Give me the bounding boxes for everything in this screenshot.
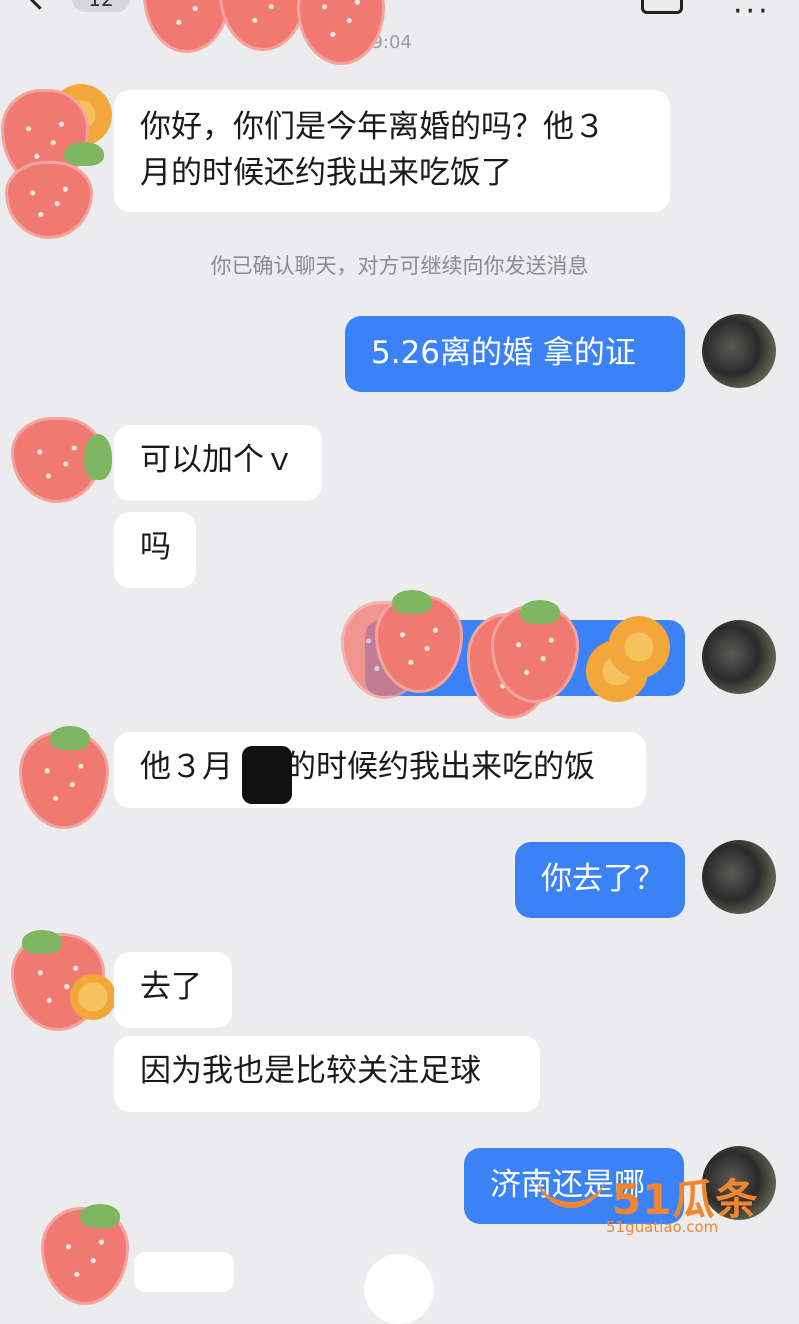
message-bubble-incoming[interactable]: 他３月 的时候约我出来吃的饭	[114, 732, 646, 808]
message-text: 月的时候还约我出来吃饭了	[140, 155, 512, 191]
message-text: 你好，你们是今年离婚的吗？他３	[140, 109, 605, 145]
leaf-icon	[50, 726, 90, 750]
message-text: 你去了？	[541, 861, 665, 897]
message-bubble-incoming[interactable]	[134, 1252, 234, 1292]
leaf-icon	[64, 142, 104, 166]
message-bubble-incoming[interactable]: 可以加个ｖ	[114, 425, 322, 501]
message-text: 的时候约我出来吃的饭	[285, 749, 595, 785]
system-notice: 你已确认聊天，对方可继续向你发送消息	[210, 254, 589, 278]
message-bubble-incoming[interactable]: 因为我也是比较关注足球	[114, 1036, 540, 1112]
flower-sticker-icon	[608, 616, 670, 678]
back-chevron-icon[interactable]	[23, 0, 56, 10]
message-text: 他３月	[140, 749, 233, 785]
user-avatar[interactable]	[702, 314, 776, 388]
message-bubble-incoming[interactable]: 你好，你们是今年离婚的吗？他３ 月的时候还约我出来吃饭了	[114, 90, 670, 212]
message-text: 吗	[140, 529, 171, 565]
sender-avatar-stickers	[4, 84, 112, 236]
unread-count-badge: 12	[72, 0, 130, 12]
message-text: 去了	[140, 969, 202, 1005]
strawberry-sticker-icon	[8, 164, 90, 236]
leaf-icon	[520, 600, 560, 624]
message-bubble-incoming[interactable]: 去了	[114, 952, 232, 1028]
message-bubble-outgoing[interactable]: 你去了？	[515, 842, 685, 918]
message-bubble-incoming[interactable]: 吗	[114, 512, 196, 588]
leaf-icon	[80, 1204, 120, 1228]
redaction-mark	[242, 746, 292, 804]
leaf-icon	[22, 930, 62, 954]
message-text: 因为我也是比较关注足球	[140, 1053, 481, 1089]
video-call-icon[interactable]	[641, 0, 683, 14]
watermark-url: 51guatiao.com	[606, 1218, 719, 1236]
message-bubble-outgoing[interactable]: 5.26离的婚 拿的证	[345, 316, 685, 392]
input-button[interactable]	[364, 1254, 434, 1324]
message-text: 可以加个ｖ	[140, 442, 295, 478]
leaf-icon	[392, 590, 432, 614]
more-options-icon[interactable]: ···	[733, 0, 771, 29]
user-avatar[interactable]	[702, 620, 776, 694]
strawberry-sticker-icon	[222, 0, 304, 48]
flower-sticker-icon	[70, 974, 116, 1020]
user-avatar[interactable]	[702, 840, 776, 914]
message-text: 5.26离的婚 拿的证	[371, 335, 636, 371]
strawberry-sticker-icon	[146, 0, 228, 50]
leaf-icon	[84, 434, 112, 480]
